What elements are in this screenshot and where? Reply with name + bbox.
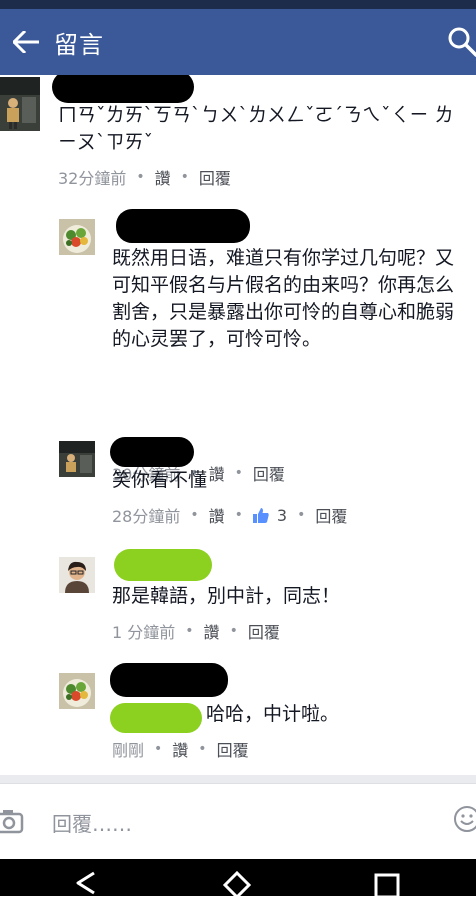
comment-text: 那是韓語，別中計，同志！ <box>112 585 341 607</box>
comment-meta: 剛剛 • 讚 • 回覆 <box>112 737 249 761</box>
reply-button[interactable]: 回覆 <box>199 165 231 189</box>
comment-text: 笑你看不懂 <box>112 469 208 491</box>
reply-input[interactable]: 回覆…… <box>52 808 132 837</box>
reply-composer: 回覆…… <box>0 783 476 860</box>
comment-meta: 32分鐘前 • 讚 • 回覆 <box>58 165 231 189</box>
avatar[interactable] <box>59 219 95 255</box>
comment-meta: 1 分鐘前 • 讚 • 回覆 <box>112 619 280 643</box>
comment-text: ㄇㄢˇㄌㄞˋㄎㄢˋㄅㄨˋㄌㄨㄥˇㄛˊㄋㄟˇㄑㄧ ㄌㄧㄡˋㄗㄞˇ <box>58 104 454 153</box>
mention-highlight <box>110 703 202 733</box>
page-title: 留言 <box>54 30 104 59</box>
name-redaction <box>110 437 194 467</box>
camera-icon[interactable] <box>0 806 24 836</box>
comment-thread: ㄇㄢˇㄌㄞˋㄎㄢˋㄅㄨˋㄌㄨㄥˇㄛˊㄋㄟˇㄑㄧ ㄌㄧㄡˋㄗㄞˇ 32分鐘前 • … <box>0 75 476 775</box>
thumbs-up-icon <box>252 508 269 523</box>
back-button[interactable] <box>0 9 52 75</box>
app-bar: 留言 <box>0 9 476 75</box>
comment-time: 1 分鐘前 <box>112 623 176 642</box>
like-button[interactable]: 讚 <box>155 165 171 189</box>
name-redaction <box>52 75 194 103</box>
nav-back-icon[interactable] <box>72 871 102 901</box>
search-icon[interactable] <box>446 25 476 59</box>
like-button[interactable]: 讚 <box>172 737 188 761</box>
nav-recents-icon[interactable] <box>372 871 402 901</box>
reply-button[interactable]: 回覆 <box>217 737 249 761</box>
status-bar <box>0 0 476 9</box>
reply-button[interactable]: 回覆 <box>315 503 347 527</box>
comment-time: 32分鐘前 <box>58 169 127 188</box>
reply-button[interactable]: 回覆 <box>248 619 280 643</box>
divider <box>0 775 476 783</box>
like-count[interactable]: 3 <box>277 506 287 525</box>
comment-time: 28分鐘前 <box>112 507 181 526</box>
comment-text: 既然用日语，难道只有你学过几句呢？又可知平假名与片假名的由来吗？你再怎么割舍，只… <box>112 247 455 350</box>
avatar[interactable] <box>0 77 40 131</box>
emoji-icon[interactable] <box>452 804 476 834</box>
comment-time: 剛剛 <box>112 741 145 760</box>
comment-text: 哈哈，中计啦。 <box>206 703 340 725</box>
avatar[interactable] <box>59 441 95 477</box>
comment-meta: 28分鐘前 • 讚 • 3 • 回覆 <box>112 503 347 527</box>
back-arrow-icon <box>13 31 39 53</box>
name-highlight <box>114 549 212 581</box>
name-redaction <box>116 209 250 243</box>
nav-home-icon[interactable] <box>222 871 252 901</box>
like-button[interactable]: 讚 <box>204 619 220 643</box>
avatar[interactable] <box>59 673 95 709</box>
system-nav-bar <box>0 859 476 900</box>
avatar[interactable] <box>59 557 95 593</box>
like-button[interactable]: 讚 <box>209 503 225 527</box>
name-redaction <box>110 663 228 697</box>
